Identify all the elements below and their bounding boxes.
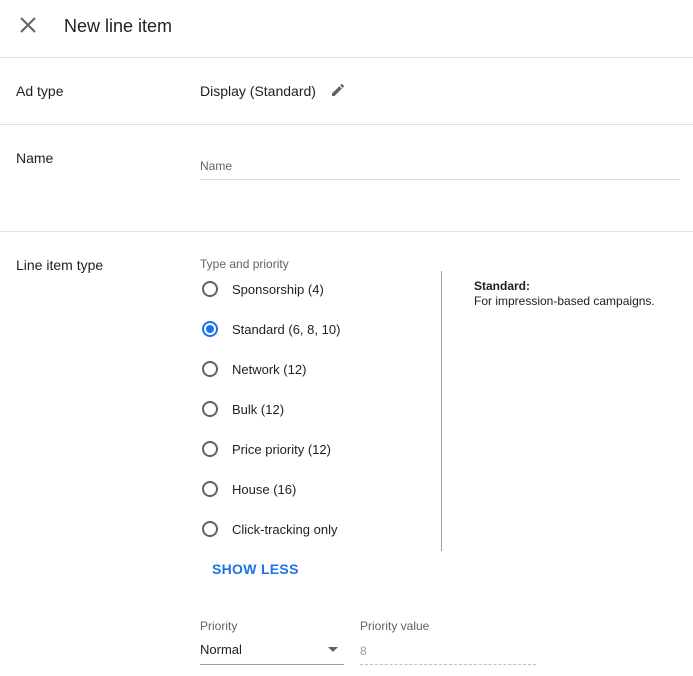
- radio-standard[interactable]: Standard (6, 8, 10): [200, 319, 400, 343]
- show-less-button[interactable]: SHOW LESS: [212, 561, 299, 577]
- radio-button-selected[interactable]: [202, 321, 218, 337]
- radio-label: Price priority (12): [232, 442, 331, 457]
- dialog-header: New line item: [0, 0, 693, 58]
- radio-price-priority[interactable]: Price priority (12): [200, 439, 400, 463]
- ad-type-value: Display (Standard): [200, 83, 316, 99]
- radio-button[interactable]: [202, 481, 218, 497]
- ad-type-label: Ad type: [16, 83, 64, 99]
- name-label: Name: [16, 150, 54, 166]
- pencil-icon[interactable]: [331, 83, 345, 97]
- radio-label: Click-tracking only: [232, 522, 338, 537]
- name-input[interactable]: [200, 153, 680, 180]
- chevron-down-icon: [328, 647, 338, 652]
- radio-button[interactable]: [202, 441, 218, 457]
- radio-bulk[interactable]: Bulk (12): [200, 399, 400, 423]
- radio-click-tracking[interactable]: Click-tracking only: [200, 519, 400, 543]
- radio-label: House (16): [232, 482, 297, 497]
- ad-type-section: Ad type Display (Standard): [0, 58, 693, 125]
- type-priority-caption: Type and priority: [200, 257, 289, 271]
- close-button[interactable]: [14, 11, 42, 39]
- radio-button[interactable]: [202, 401, 218, 417]
- type-description-text: For impression-based campaigns.: [474, 294, 655, 308]
- priority-select[interactable]: Normal: [200, 638, 344, 665]
- radio-label: Sponsorship (4): [232, 282, 324, 297]
- priority-value-label: Priority value: [360, 619, 430, 633]
- radio-sponsorship[interactable]: Sponsorship (4): [200, 279, 400, 303]
- priority-selected-value: Normal: [200, 642, 242, 657]
- line-item-type-label: Line item type: [16, 257, 104, 273]
- priority-label: Priority: [200, 619, 238, 633]
- close-icon[interactable]: [14, 11, 42, 39]
- radio-label: Standard (6, 8, 10): [232, 322, 341, 337]
- radio-label: Bulk (12): [232, 402, 285, 417]
- type-description-title: Standard:: [474, 279, 531, 293]
- priority-value-input[interactable]: [360, 638, 536, 665]
- radio-button[interactable]: [202, 361, 218, 377]
- page-title: New line item: [64, 16, 173, 36]
- radio-house[interactable]: House (16): [200, 479, 400, 503]
- vertical-divider: [441, 271, 442, 551]
- radio-button[interactable]: [202, 521, 218, 537]
- radio-label: Network (12): [232, 362, 307, 377]
- radio-button[interactable]: [202, 281, 218, 297]
- radio-network[interactable]: Network (12): [200, 359, 400, 383]
